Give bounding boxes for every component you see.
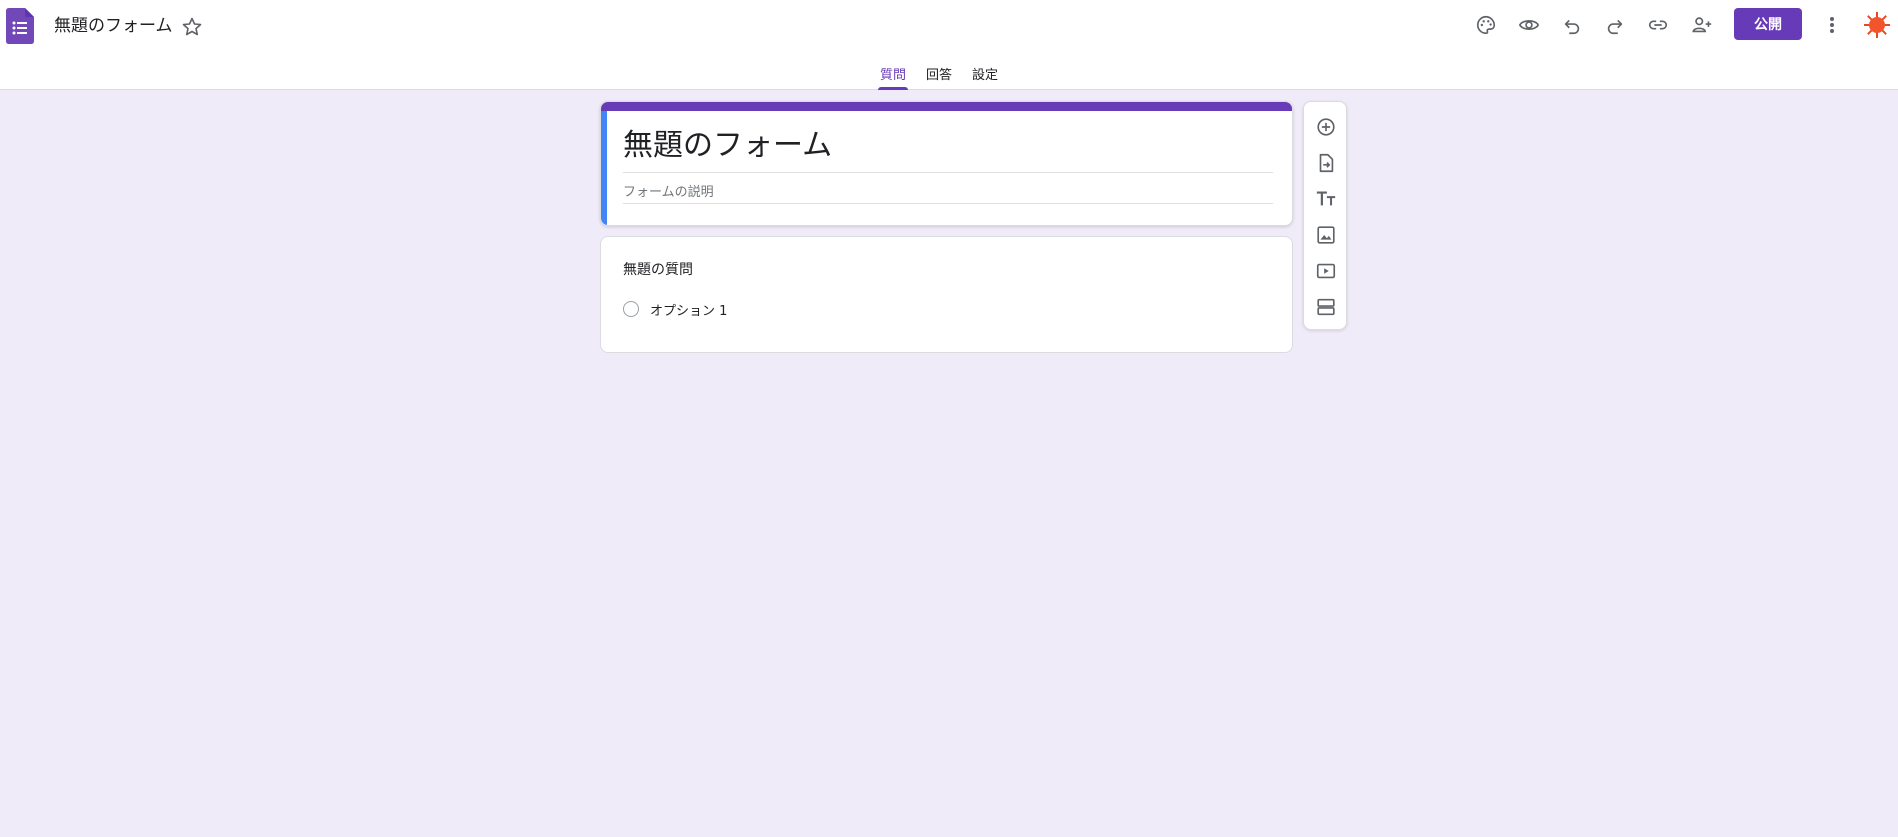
tab-bar: 質問 回答 設定 bbox=[870, 56, 1008, 90]
undo-button[interactable] bbox=[1558, 11, 1586, 39]
option-label[interactable]: オプション 1 bbox=[650, 300, 727, 319]
palette-icon bbox=[1477, 15, 1496, 35]
active-card-indicator bbox=[601, 111, 607, 225]
accent-bar bbox=[601, 102, 1292, 111]
more-vert-icon[interactable] bbox=[1820, 11, 1844, 39]
link-icon bbox=[1648, 20, 1668, 30]
add-collaborator-icon bbox=[1692, 17, 1712, 33]
avatar[interactable] bbox=[1863, 11, 1891, 39]
tab-questions[interactable]: 質問 bbox=[870, 56, 916, 90]
redo-button[interactable] bbox=[1601, 11, 1629, 39]
radio-button[interactable] bbox=[623, 301, 639, 317]
add-question-button[interactable] bbox=[1314, 115, 1338, 139]
forms-logo-icon[interactable] bbox=[6, 8, 34, 44]
add-image-icon bbox=[1317, 226, 1335, 244]
form-title-card: 無題のフォーム フォームの説明 bbox=[600, 101, 1293, 226]
question-title[interactable]: 無題の質問 bbox=[623, 259, 693, 279]
tab-settings[interactable]: 設定 bbox=[962, 56, 1008, 90]
question-card[interactable]: 無題の質問 オプション 1 bbox=[600, 236, 1293, 353]
add-question-icon bbox=[1317, 118, 1335, 136]
star-icon[interactable] bbox=[180, 15, 204, 39]
preview-button[interactable] bbox=[1515, 11, 1543, 39]
publish-button[interactable]: 公開 bbox=[1734, 8, 1802, 40]
form-description-input[interactable]: フォームの説明 bbox=[623, 183, 1273, 204]
add-video-icon bbox=[1316, 263, 1336, 279]
form-title-input[interactable]: 無題のフォーム bbox=[623, 126, 1273, 173]
document-title[interactable]: 無題のフォーム bbox=[54, 13, 173, 39]
add-section-button[interactable] bbox=[1314, 295, 1338, 319]
add-title-button[interactable] bbox=[1314, 187, 1338, 211]
palette-button[interactable] bbox=[1472, 11, 1500, 39]
redo-icon bbox=[1607, 19, 1623, 35]
copy-link-button[interactable] bbox=[1644, 11, 1672, 39]
add-video-button[interactable] bbox=[1314, 259, 1338, 283]
add-collaborator-button[interactable] bbox=[1688, 11, 1716, 39]
floating-toolbar bbox=[1303, 101, 1347, 330]
add-section-icon bbox=[1317, 298, 1335, 316]
add-image-button[interactable] bbox=[1314, 223, 1338, 247]
preview-eye-icon bbox=[1518, 20, 1540, 30]
import-questions-icon bbox=[1319, 153, 1334, 173]
add-title-icon bbox=[1316, 191, 1336, 206]
import-questions-button[interactable] bbox=[1314, 151, 1338, 175]
undo-icon bbox=[1564, 19, 1580, 35]
tab-responses[interactable]: 回答 bbox=[916, 56, 962, 90]
top-header: 無題のフォーム 公開 質問 回答 設定 bbox=[0, 0, 1898, 90]
